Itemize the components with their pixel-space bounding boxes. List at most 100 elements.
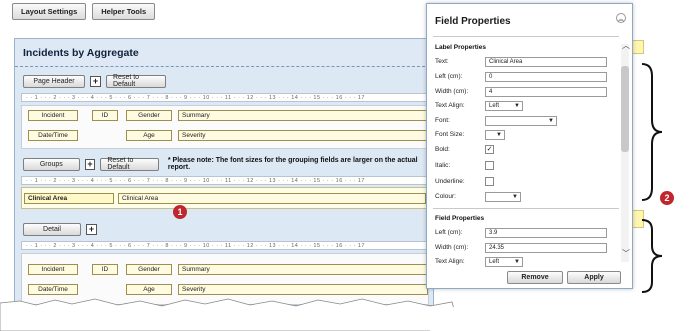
header-field-severity[interactable]: Severity [178, 130, 428, 141]
ruler: · · 1 · · · 2 · · · 3 · · · 4 · · · 5 · … [21, 176, 429, 185]
label-align-select[interactable]: Left ▼ [485, 100, 523, 111]
label-width-row: Width (cm): 4 [435, 86, 615, 97]
add-detail-icon[interactable]: + [86, 223, 97, 235]
groups-button[interactable]: Groups [23, 157, 80, 171]
label-italic-row: Italic: [435, 160, 615, 171]
label-bold-label: Bold: [435, 146, 450, 153]
brace-label-properties [641, 63, 663, 201]
detail-field-summary[interactable]: Summary [178, 264, 428, 275]
detail-field-datetime[interactable]: Date/Time [28, 284, 78, 295]
label-width-label: Width (cm): [435, 88, 469, 95]
header-field-gender[interactable]: Gender [126, 110, 172, 121]
group-field-clinical-area[interactable]: Clinical Area [118, 193, 426, 204]
field-left-input[interactable]: 3.9 [485, 227, 607, 238]
field-width-label: Width (cm): [435, 244, 469, 251]
page-header-button[interactable]: Page Header [23, 74, 85, 88]
groups-reset-button[interactable]: Reset to Default [100, 157, 159, 171]
label-underline-row: Underline: [435, 176, 615, 187]
label-left-input[interactable]: 0 [485, 71, 607, 82]
detail-field-id[interactable]: ID [92, 264, 118, 275]
header-field-summary[interactable]: Summary [178, 110, 428, 121]
field-align-row: Text Align: Left ▼ [435, 256, 615, 267]
chevron-down-icon: ▼ [512, 193, 518, 200]
field-width-input[interactable]: 24.35 [485, 242, 607, 253]
label-properties-heading: Label Properties [435, 44, 486, 51]
apply-button[interactable]: Apply [567, 271, 621, 284]
header-field-age[interactable]: Age [126, 130, 172, 141]
field-align-value: Left [489, 258, 500, 265]
chevron-down-icon: ▼ [496, 131, 502, 138]
separator [433, 208, 619, 209]
field-align-label: Text Align: [435, 258, 465, 265]
label-colour-select[interactable]: ▼ [485, 191, 521, 202]
field-left-label: Left (cm): [435, 229, 463, 236]
label-align-value: Left [489, 102, 500, 109]
label-text-label: Text: [435, 58, 449, 65]
report-title: Incidents by Aggregate [15, 39, 435, 67]
scroll-down-icon[interactable]: ﹀ [622, 248, 630, 259]
field-width-row: Width (cm): 24.35 [435, 242, 615, 253]
chevron-down-icon: ▼ [548, 117, 554, 124]
groups-controls: Groups + Reset to Default * Please note:… [23, 157, 433, 171]
torn-paper-edge [0, 298, 689, 331]
remove-button[interactable]: Remove [507, 271, 563, 284]
label-colour-row: Colour: ▼ [435, 191, 615, 202]
group-band: Clinical Area Clinical Area [21, 187, 429, 209]
page-header-band: Incident ID Gender Summary Date/Time Age… [21, 105, 429, 149]
dialog-title: Field Properties [435, 16, 511, 27]
helper-tools-button[interactable]: Helper Tools [92, 3, 156, 20]
label-width-input[interactable]: 4 [485, 86, 607, 97]
label-left-row: Left (cm): 0 [435, 71, 615, 82]
report-designer-panel: Incidents by Aggregate Page Header + Res… [14, 38, 435, 306]
field-properties-dialog: Field Properties ︽ Label Properties Text… [426, 3, 633, 289]
label-size-label: Font Size: [435, 131, 465, 138]
detail-field-severity[interactable]: Severity [178, 284, 428, 295]
detail-button[interactable]: Detail [23, 222, 81, 236]
top-toolbar: Layout Settings Helper Tools [12, 3, 156, 21]
detail-field-gender[interactable]: Gender [126, 264, 172, 275]
detail-field-incident[interactable]: Incident [28, 264, 78, 275]
underline-checkbox[interactable] [485, 177, 494, 186]
italic-checkbox[interactable] [485, 161, 494, 170]
app-window: Layout Settings Helper Tools Incidents b… [0, 0, 689, 331]
label-colour-label: Colour: [435, 193, 456, 200]
label-align-label: Text Align: [435, 102, 465, 109]
page-header-controls: Page Header + Reset to Default [23, 74, 166, 88]
header-field-incident[interactable]: Incident [28, 110, 78, 121]
chevron-down-icon: ▼ [514, 258, 520, 265]
scroll-up-icon[interactable]: ︿ [622, 40, 630, 51]
label-size-row: Font Size: ▼ [435, 129, 615, 140]
callout-1: 1 [173, 205, 187, 219]
bold-checkbox[interactable]: ✓ [485, 145, 494, 154]
label-italic-label: Italic: [435, 162, 451, 169]
header-field-id[interactable]: ID [92, 110, 118, 121]
reset-default-button[interactable]: Reset to Default [106, 74, 166, 88]
brace-field-properties [641, 219, 663, 293]
field-properties-heading: Field Properties [435, 215, 485, 222]
field-align-select[interactable]: Left ▼ [485, 256, 523, 267]
group-label-clinical-area[interactable]: Clinical Area [24, 193, 114, 204]
ruler: · · 1 · · · 2 · · · 3 · · · 4 · · · 5 · … [21, 241, 429, 250]
label-left-label: Left (cm): [435, 73, 463, 80]
ruler: · · 1 · · · 2 · · · 3 · · · 4 · · · 5 · … [21, 93, 429, 102]
chevron-down-icon: ▼ [514, 102, 520, 109]
label-size-select[interactable]: ▼ [485, 129, 505, 140]
label-align-row: Text Align: Left ▼ [435, 100, 615, 111]
field-left-row: Left (cm): 3.9 [435, 227, 615, 238]
detail-field-age[interactable]: Age [126, 284, 172, 295]
font-size-note: * Please note: The font sizes for the gr… [167, 157, 418, 171]
dialog-scrollbar-thumb[interactable] [621, 66, 629, 152]
label-font-select[interactable]: ▼ [485, 115, 557, 126]
chevron-double-up-icon[interactable]: ︽ [616, 13, 626, 23]
add-group-icon[interactable]: + [84, 158, 96, 170]
label-text-input[interactable]: Clinical Area [485, 56, 607, 67]
label-text-row: Text: Clinical Area [435, 56, 615, 67]
label-bold-row: Bold: ✓ [435, 144, 615, 155]
header-field-datetime[interactable]: Date/Time [28, 130, 78, 141]
add-field-icon[interactable]: + [90, 75, 101, 87]
detail-controls: Detail + [23, 222, 97, 236]
layout-settings-button[interactable]: Layout Settings [12, 3, 87, 20]
label-font-row: Font: ▼ [435, 115, 615, 126]
label-font-label: Font: [435, 117, 450, 124]
callout-2: 2 [660, 191, 674, 205]
